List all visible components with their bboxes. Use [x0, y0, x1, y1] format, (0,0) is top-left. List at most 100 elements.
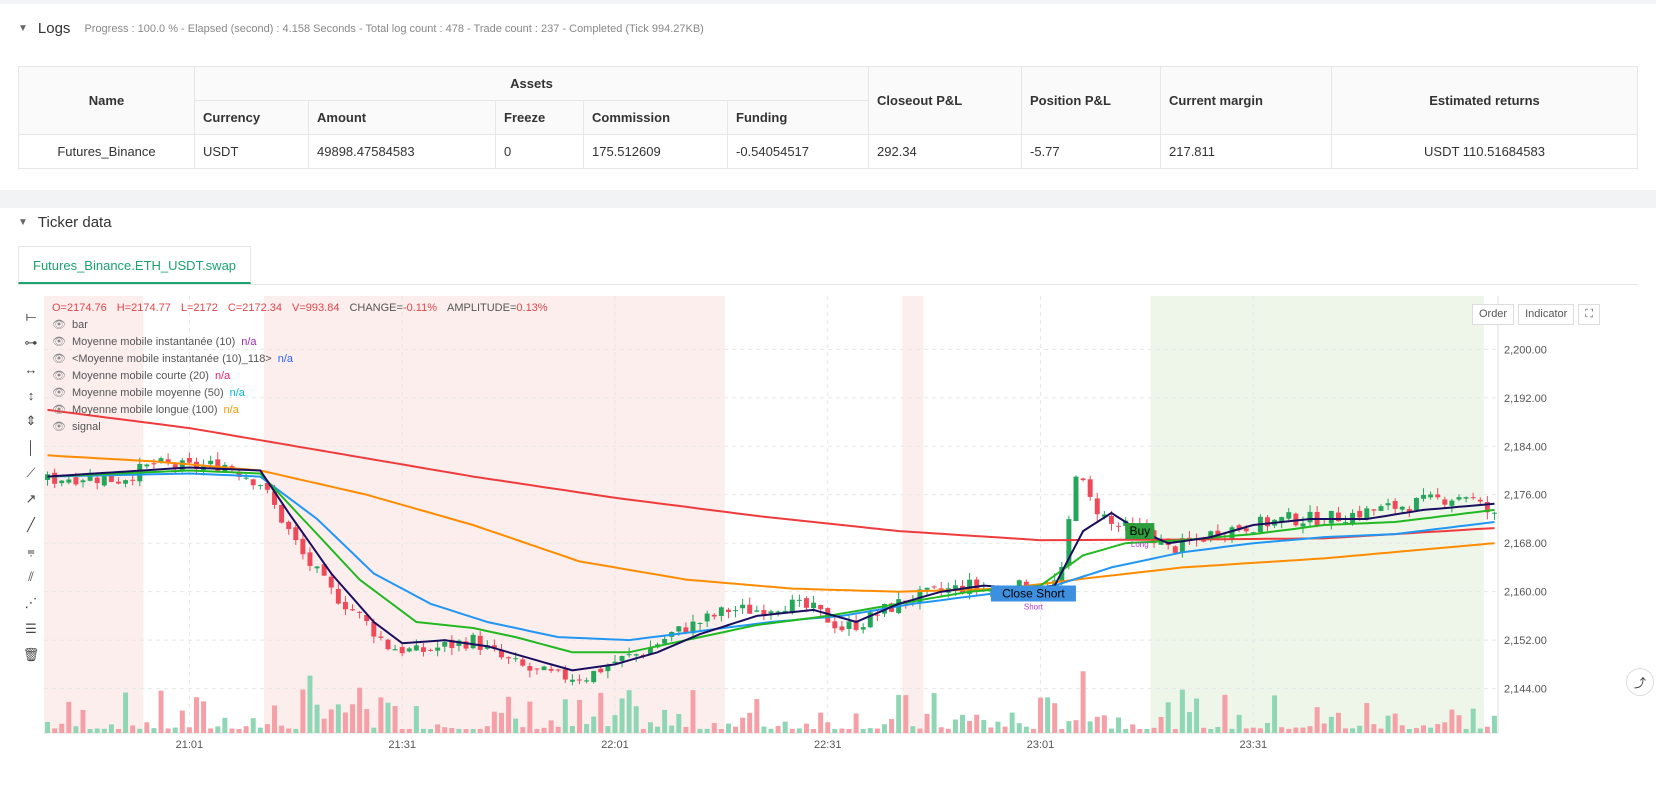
volume-bar: [1243, 728, 1249, 733]
amplitude-value: 0.13%: [516, 302, 548, 314]
volume-bar: [1435, 724, 1441, 733]
volume-bar: [931, 693, 937, 733]
trash-icon[interactable]: 🗑: [18, 642, 44, 668]
eye-icon[interactable]: 👁: [52, 317, 66, 334]
scroll-to-latest-button[interactable]: ⤴: [1626, 668, 1654, 696]
legend-item[interactable]: 👁 Moyenne mobile courte (20) n/a: [52, 368, 552, 385]
volume-bar: [399, 728, 405, 733]
candle-body: [1307, 511, 1313, 523]
legend-item[interactable]: 👁 signal: [52, 419, 552, 436]
arrow-line-icon[interactable]: ↗: [18, 486, 44, 512]
candle-body: [470, 634, 476, 649]
legend-label: Moyenne mobile courte (20): [71, 370, 209, 382]
candle-body: [130, 479, 136, 481]
volume-bar: [555, 726, 561, 733]
vertical-segment-icon[interactable]: │: [18, 434, 44, 460]
volume-bar: [740, 717, 746, 733]
volume-bar: [1094, 716, 1100, 733]
extended-line-icon[interactable]: ↔: [18, 356, 44, 382]
volume-bar: [1172, 729, 1178, 733]
candle-body: [1343, 522, 1348, 524]
chart-legend: O=2174.76 H=2174.77 L=2172 C=2172.34 V=9…: [52, 300, 552, 436]
eye-icon[interactable]: 👁: [52, 351, 66, 368]
logs-panel: ▼ Logs Progress : 100.0 % - Elapsed (sec…: [0, 4, 1656, 190]
vertical-ray-icon[interactable]: ⇕: [18, 408, 44, 434]
price-line-icon[interactable]: ⩦: [18, 538, 44, 564]
volume-bar: [747, 712, 753, 733]
candle-body: [1286, 512, 1292, 519]
fork-icon[interactable]: ⋰: [18, 590, 44, 616]
candle-body: [740, 604, 746, 609]
volume-bar: [52, 728, 58, 733]
ohlc-open: O=2174.76: [52, 302, 107, 314]
fullscreen-icon[interactable]: ⛶: [1578, 304, 1600, 325]
legend-item[interactable]: 👁 bar: [52, 317, 552, 334]
volume-bar: [101, 728, 107, 733]
candle-body: [626, 654, 632, 656]
volume-bar: [789, 728, 795, 733]
y-tick-label: 2,192.00: [1504, 393, 1547, 405]
volume-bar: [1491, 715, 1497, 733]
fibonacci-icon[interactable]: ☰: [18, 616, 44, 642]
chart-area[interactable]: Buy Long Close Short Short 2,200.00 2,192.00 2…: [18, 296, 1656, 789]
candle-body: [1243, 528, 1249, 532]
volume-bar: [1293, 727, 1299, 733]
eye-icon[interactable]: 👁: [52, 419, 66, 436]
candle-body: [215, 459, 221, 472]
volume-bar: [513, 718, 519, 733]
volume-bar: [144, 722, 150, 733]
order-button[interactable]: Order: [1471, 304, 1515, 325]
candle-body: [548, 668, 554, 671]
candle-body: [534, 668, 540, 670]
th-funding: Funding: [727, 100, 869, 135]
candle-body: [1449, 500, 1455, 506]
candle-body: [697, 622, 703, 624]
eye-icon[interactable]: 👁: [52, 334, 66, 351]
volume-bar: [1392, 713, 1398, 733]
legend-item[interactable]: 👁 Moyenne mobile moyenne (50) n/a: [52, 385, 552, 402]
candle-body: [1371, 509, 1377, 511]
ray-icon[interactable]: ⊶: [18, 330, 44, 356]
candle-body: [314, 566, 320, 569]
eye-icon[interactable]: 👁: [52, 402, 66, 419]
candle-body: [1421, 494, 1427, 499]
candle-body: [1470, 497, 1476, 499]
candle-body: [569, 679, 575, 682]
x-tick-label: 22:01: [601, 739, 629, 751]
collapse-caret-icon[interactable]: ▼: [18, 217, 28, 228]
volume-bar: [314, 704, 320, 733]
volume-bar: [201, 701, 207, 733]
legend-item[interactable]: 👁 Moyenne mobile instantanée (10) n/a: [52, 334, 552, 351]
volume-bar: [584, 724, 590, 733]
ticker-header[interactable]: ▼ Ticker data: [18, 214, 112, 231]
tab-eth-usdt-swap[interactable]: Futures_Binance.ETH_USDT.swap: [18, 246, 252, 284]
indicator-button[interactable]: Indicator: [1518, 304, 1575, 325]
candle-body: [144, 464, 150, 467]
eye-icon[interactable]: 👁: [52, 385, 66, 402]
logs-header[interactable]: ▼ Logs Progress : 100.0 % - Elapsed (sec…: [18, 20, 704, 37]
legend-item[interactable]: 👁 Moyenne mobile longue (100) n/a: [52, 402, 552, 419]
y-tick-label: 2,184.00: [1504, 441, 1547, 453]
parallel-channel-icon[interactable]: ⫽: [18, 564, 44, 590]
volume-bar: [1229, 728, 1235, 733]
volume-bar: [1236, 714, 1242, 733]
volume-bar: [137, 728, 143, 733]
legend-item[interactable]: 👁 <Moyenne mobile instantanée (10)_118> n/…: [52, 351, 552, 368]
legend-rows: 👁 bar 👁 Moyenne mobile instantanée (10) n/a 👁…: [52, 317, 552, 436]
eye-icon[interactable]: 👁: [52, 368, 66, 385]
horizontal-line-icon[interactable]: ⟝: [18, 304, 44, 330]
candle-body: [385, 639, 391, 650]
volume-bar: [775, 726, 781, 733]
volume-bar: [1257, 728, 1263, 733]
collapse-caret-icon[interactable]: ▼: [18, 23, 28, 34]
volume-bar: [1456, 715, 1462, 733]
volume-bar: [818, 712, 824, 733]
ohlc-change: CHANGE=-0.11%: [349, 300, 437, 317]
ohlc-high: H=2174.77: [116, 302, 171, 314]
volume-bar: [449, 727, 455, 733]
volume-bar: [938, 727, 944, 733]
segment-icon[interactable]: ╱: [18, 512, 44, 538]
volume-bar: [882, 724, 887, 733]
trend-line-icon[interactable]: ⟋: [18, 460, 44, 486]
vertical-line-icon[interactable]: ↕: [18, 382, 44, 408]
